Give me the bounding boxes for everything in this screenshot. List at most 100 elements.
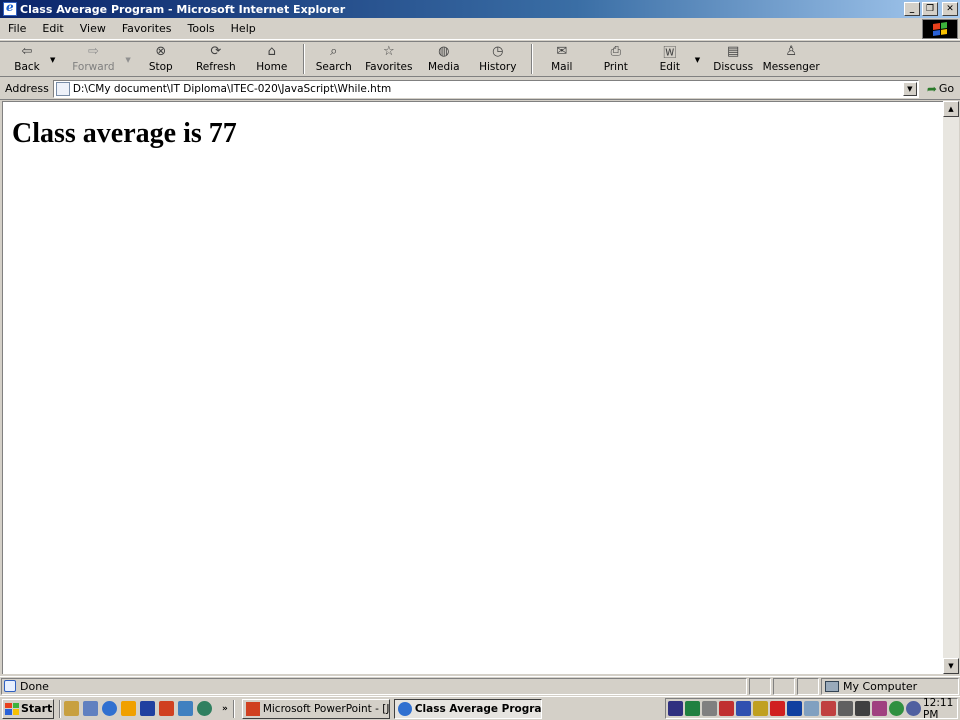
search-icon: ⌕ — [330, 44, 338, 59]
status-cell — [773, 677, 795, 695]
home-label: Home — [256, 61, 288, 73]
back-arrow-icon: ⇦ — [21, 44, 33, 59]
status-cell — [749, 677, 771, 695]
favorites-button[interactable]: ☆ Favorites — [359, 42, 419, 76]
address-dropdown-icon[interactable]: ▼ — [902, 81, 917, 96]
menu-favorites[interactable]: Favorites — [114, 22, 180, 35]
taskbar-separator — [59, 699, 61, 718]
tray-language-icon[interactable] — [787, 701, 802, 716]
refresh-button[interactable]: ⟳ Refresh — [187, 42, 245, 76]
stop-label: Stop — [148, 61, 173, 73]
status-text: Done — [20, 679, 49, 693]
quick-launch-more-icon[interactable]: » — [222, 704, 228, 714]
taskbar: Start » Microsoft PowerPoint - [J... Cla… — [0, 696, 960, 720]
messenger-button[interactable]: ♙ Messenger — [762, 42, 820, 76]
page-icon — [55, 81, 70, 96]
menu-file[interactable]: File — [0, 22, 34, 35]
media-button[interactable]: ◍ Media — [419, 42, 469, 76]
tray-monitor-icon[interactable] — [804, 701, 819, 716]
edit-label: Edit — [659, 61, 680, 73]
windows-flag-icon — [933, 22, 947, 36]
page-heading: Class average is 77 — [12, 118, 237, 149]
quick-launch-search-icon[interactable] — [83, 701, 98, 716]
printer-icon: ⎙ — [610, 44, 621, 59]
status-main: Done — [1, 677, 747, 695]
quick-launch-powerpoint-icon[interactable] — [159, 701, 174, 716]
menu-help[interactable]: Help — [223, 22, 264, 35]
status-zone: My Computer — [821, 677, 959, 695]
scroll-up-icon[interactable]: ▲ — [943, 101, 959, 117]
toolbar-separator — [302, 44, 305, 74]
tray-device-icon[interactable] — [838, 701, 853, 716]
tray-status-icon[interactable] — [889, 701, 904, 716]
back-dropdown-icon[interactable]: ▼ — [50, 56, 55, 64]
tray-display-icon[interactable] — [736, 701, 751, 716]
forward-dropdown-icon[interactable]: ▼ — [125, 56, 130, 64]
close-button[interactable]: ✕ — [942, 2, 958, 16]
discuss-icon: ▤ — [727, 44, 740, 59]
search-label: Search — [315, 61, 352, 73]
quick-launch-word-icon[interactable] — [140, 701, 155, 716]
refresh-icon: ⟳ — [210, 44, 222, 59]
messenger-icon: ♙ — [785, 44, 797, 59]
mail-label: Mail — [551, 61, 573, 73]
quick-launch-ie-icon[interactable] — [102, 701, 117, 716]
favorites-label: Favorites — [365, 61, 413, 73]
tray-app-icon[interactable] — [719, 701, 734, 716]
scroll-down-icon[interactable]: ▼ — [943, 658, 959, 674]
edit-dropdown-icon[interactable]: ▼ — [695, 56, 700, 64]
discuss-label: Discuss — [713, 61, 754, 73]
history-icon: ◷ — [492, 44, 504, 59]
tray-volume-icon[interactable] — [702, 701, 717, 716]
address-url[interactable]: D:\CMy document\IT Diploma\ITEC-020\Java… — [73, 83, 391, 95]
stop-button[interactable]: ⊗ Stop — [135, 42, 187, 76]
tray-update-icon[interactable] — [821, 701, 836, 716]
mail-button[interactable]: ✉ Mail — [537, 42, 587, 76]
tray-network-icon[interactable] — [685, 701, 700, 716]
maximize-button[interactable]: ❐ — [922, 2, 938, 16]
quick-launch: » — [64, 701, 228, 716]
go-button[interactable]: ➦ Go — [927, 82, 954, 96]
menu-edit[interactable]: Edit — [34, 22, 71, 35]
task-internet-explorer[interactable]: Class Average Progra... — [393, 698, 542, 719]
menu-tools[interactable]: Tools — [180, 22, 223, 35]
ie-logo-icon[interactable] — [3, 0, 17, 16]
quick-launch-app-icon[interactable] — [197, 701, 212, 716]
task-label: Microsoft PowerPoint - [J... — [262, 702, 390, 715]
windows-logo-throbber — [922, 19, 958, 39]
tray-shield-icon[interactable] — [668, 701, 683, 716]
go-arrow-icon: ➦ — [926, 81, 937, 96]
media-icon: ◍ — [438, 44, 450, 59]
title-bar[interactable]: Class Average Program - Microsoft Intern… — [0, 0, 960, 18]
taskbar-clock[interactable]: 12:11 PM — [923, 697, 953, 720]
window-title: Class Average Program - Microsoft Intern… — [20, 2, 346, 16]
task-powerpoint[interactable]: Microsoft PowerPoint - [J... — [241, 698, 390, 719]
tray-camera-icon[interactable] — [855, 701, 870, 716]
search-button[interactable]: ⌕ Search — [309, 42, 359, 76]
back-label: Back — [14, 61, 40, 73]
menu-view[interactable]: View — [72, 22, 114, 35]
quick-launch-media-icon[interactable] — [121, 701, 136, 716]
zone-text: My Computer — [843, 679, 918, 693]
print-button[interactable]: ⎙ Print — [587, 42, 645, 76]
messenger-label: Messenger — [762, 61, 820, 73]
quick-launch-edit-icon[interactable] — [64, 701, 79, 716]
quick-launch-outlook-icon[interactable] — [178, 701, 193, 716]
standard-toolbar: ⇦ Back ▼ ⇨ Forward ▼ ⊗ Stop ⟳ Refresh ⌂ … — [0, 41, 960, 77]
discuss-button[interactable]: ▤ Discuss — [704, 42, 762, 76]
mail-icon: ✉ — [556, 44, 568, 59]
tray-agent-icon[interactable] — [906, 701, 921, 716]
forward-button[interactable]: ⇨ Forward — [61, 42, 125, 76]
edit-button[interactable]: 🅆 Edit — [645, 42, 695, 76]
address-input[interactable]: D:\CMy document\IT Diploma\ITEC-020\Java… — [52, 79, 919, 98]
tray-ati-icon[interactable] — [770, 701, 785, 716]
history-button[interactable]: ◷ History — [469, 42, 527, 76]
back-button[interactable]: ⇦ Back — [4, 42, 50, 76]
toolbar-separator — [530, 44, 533, 74]
vertical-scrollbar[interactable]: ▲ ▼ — [943, 101, 959, 674]
tray-misc-icon[interactable] — [872, 701, 887, 716]
home-button[interactable]: ⌂ Home — [245, 42, 299, 76]
start-button[interactable]: Start — [2, 698, 54, 719]
tray-tool-icon[interactable] — [753, 701, 768, 716]
minimize-button[interactable]: _ — [904, 2, 920, 16]
